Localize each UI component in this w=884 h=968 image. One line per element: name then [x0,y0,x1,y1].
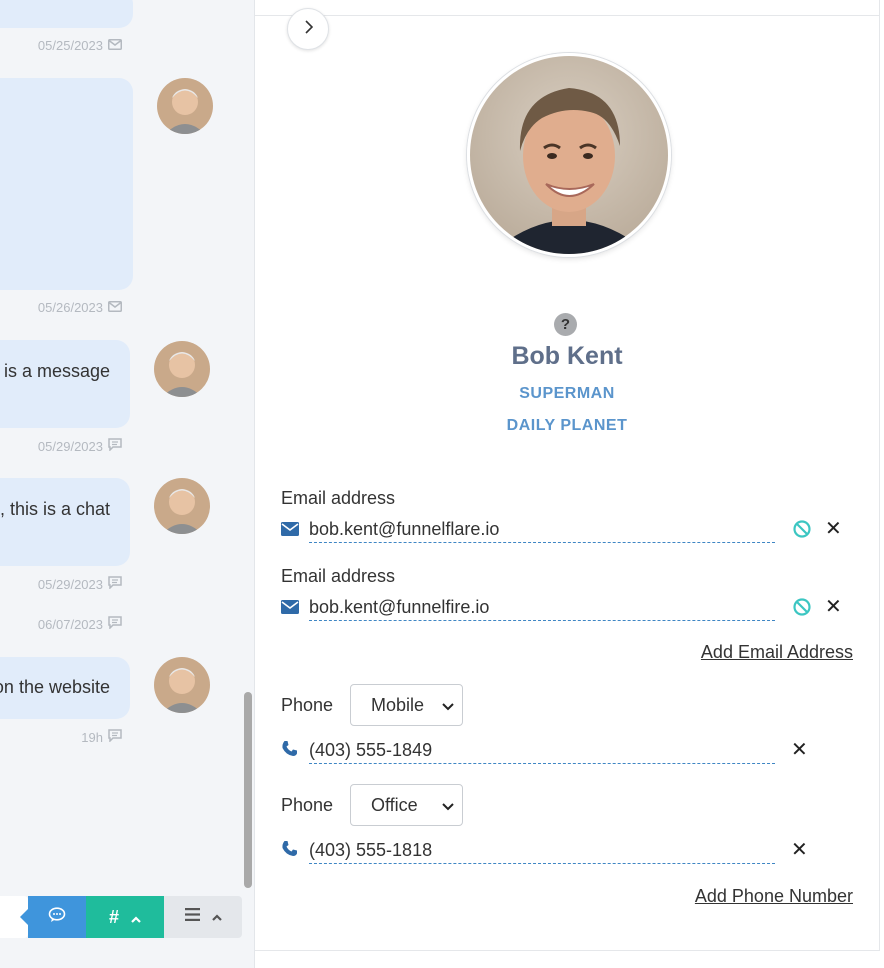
phone-label: Phone [281,795,334,815]
phone-label: Phone [281,695,334,715]
envelope-icon [281,600,299,619]
envelope-icon [281,522,299,541]
contact-status-badge[interactable]: ? [554,313,577,336]
message-bubble [0,78,133,290]
chevron-up-icon [211,908,222,926]
message-text: on the website [0,677,110,697]
message-bubble: , this is a chat [0,478,130,566]
message-meta: 06/07/2023 [38,616,122,632]
message-meta: 05/29/2023 [38,438,122,454]
contact-profile-panel: ? Bob Kent SUPERMAN DAILY PLANET Email a… [255,0,880,951]
block-icon[interactable] [793,598,811,621]
message-date: 06/07/2023 [37,616,103,632]
add-phone-link[interactable]: Add Phone Number [695,886,853,907]
phone-field[interactable]: (403) 555-1818 [309,839,775,864]
panel-header-divider [255,0,879,16]
chevron-right-icon [304,19,313,39]
chevron-down-icon [442,698,454,719]
phone-row: (403) 555-1849 ✕ [281,739,829,765]
remove-phone-button[interactable]: ✕ [791,840,808,860]
channel-chat-button[interactable] [20,896,86,938]
message-meta: 05/29/2023 [38,576,122,592]
email-row: bob.kent@funnelflare.io ✕ [281,518,842,544]
remove-phone-button[interactable]: ✕ [791,740,808,760]
chat-icon [108,438,122,454]
chat-icon [108,729,122,745]
chevron-up-icon [131,907,141,928]
email-field[interactable]: bob.kent@funnelfire.io [309,596,775,621]
contact-name: Bob Kent [511,342,623,370]
message-date: 05/26/2023 [37,300,103,315]
email-field[interactable]: bob.kent@funnelflare.io [309,518,775,543]
scrollbar-thumb[interactable] [244,692,252,888]
chat-icon [108,616,122,632]
sender-avatar [154,341,210,397]
chevron-down-icon [442,798,454,819]
message-date: 05/29/2023 [37,576,103,592]
email-icon [108,38,122,53]
remove-email-button[interactable]: ✕ [825,519,842,539]
composer-toolbar: # [0,896,242,938]
phone-type-select[interactable]: Office [350,784,463,826]
message-text: , this is a chat [0,499,110,519]
menu-icon [184,908,200,926]
message-bubble: on the website [0,657,130,719]
collapse-panel-button[interactable] [287,8,329,50]
chat-icon [108,576,122,592]
sms-icon [48,906,66,928]
email-label: Email address [281,566,396,586]
contact-title: SUPERMAN [519,385,615,402]
phone-type-select[interactable]: Mobile [350,684,463,726]
conversation-panel: 05/25/2023 05/26/2023 s is a message 05/… [0,0,255,968]
sender-avatar [154,657,210,713]
message-date: 19h [81,729,103,745]
message-date: 05/29/2023 [37,438,103,454]
phone-type-value: Mobile [371,694,425,715]
message-text: s is a message [0,361,110,381]
message-bubble [0,0,133,28]
snippets-button[interactable]: # [86,896,164,938]
sender-avatar [154,478,210,534]
message-date: 05/25/2023 [37,38,103,53]
phone-row: (403) 555-1818 ✕ [281,839,829,865]
contact-company: DAILY PLANET [506,417,628,434]
phone-icon [281,841,298,865]
phone-icon [281,741,298,765]
email-row: bob.kent@funnelfire.io ✕ [281,596,842,622]
message-meta: 19h [81,729,122,745]
contact-avatar[interactable] [467,53,671,257]
sender-avatar [157,78,213,134]
composer-menu-button[interactable] [164,896,242,938]
message-bubble: s is a message [0,340,130,428]
message-meta: 05/26/2023 [38,300,122,315]
phone-type-value: Office [371,794,418,815]
email-label: Email address [281,488,396,508]
hash-label: # [108,906,119,927]
remove-email-button[interactable]: ✕ [825,597,842,617]
email-icon [108,300,122,315]
phone-field[interactable]: (403) 555-1849 [309,739,775,764]
message-meta: 05/25/2023 [38,38,122,53]
block-icon[interactable] [793,520,811,543]
add-email-link[interactable]: Add Email Address [701,642,853,663]
